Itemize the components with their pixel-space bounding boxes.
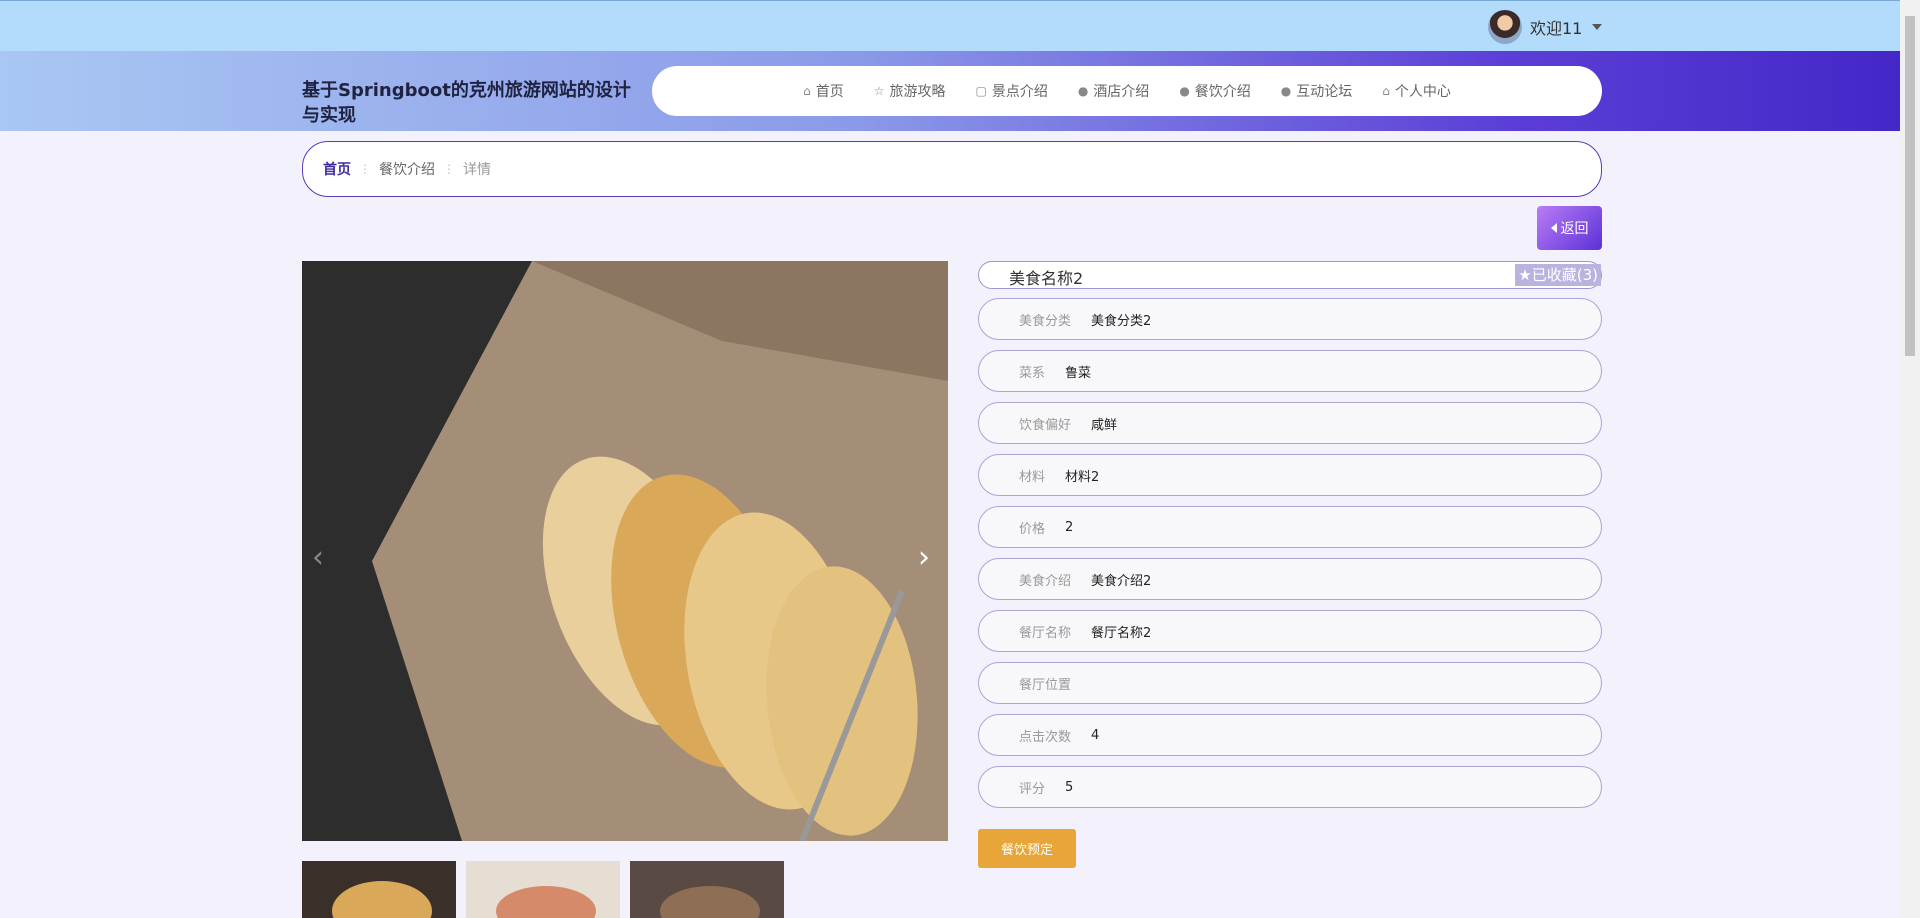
breadcrumb-section[interactable]: 餐饮介绍 xyxy=(379,159,435,179)
star-icon: ☆ xyxy=(873,84,885,98)
field-label: 评分 xyxy=(1019,781,1046,797)
info-icon: ● xyxy=(1280,84,1292,98)
nav-label: 餐饮介绍 xyxy=(1194,84,1251,100)
field-value: 鲁菜 xyxy=(1065,365,1092,381)
field-value: 美食分类2 xyxy=(1091,313,1152,329)
back-arrow-icon xyxy=(1550,223,1557,233)
main-nav: ⌂ 首页 ☆ 旅游攻略 ▢ 景点介绍 ● 酒店介绍 ● 餐饮介绍 ● 互动论坛 ⌂ 个人中心 xyxy=(652,66,1602,116)
food-image xyxy=(302,261,948,841)
order-button[interactable]: 餐饮预定 xyxy=(978,829,1076,868)
field-label: 材料 xyxy=(1019,469,1046,485)
bag-icon: ▢ xyxy=(975,84,987,98)
carousel-prev-icon[interactable]: ‹ xyxy=(312,540,324,575)
favorite-label: 已收藏(3) xyxy=(1531,266,1598,284)
back-label: 返回 xyxy=(1560,221,1589,237)
thumbnail-image xyxy=(302,861,456,918)
breadcrumb: 首页 ⋮ 餐饮介绍 ⋮ 详情 xyxy=(302,141,1602,197)
thumbnail-image xyxy=(466,861,620,918)
breadcrumb-home[interactable]: 首页 xyxy=(323,159,351,179)
nav-item-attractions[interactable]: ▢ 景点介绍 xyxy=(975,81,1047,101)
caret-down-icon[interactable] xyxy=(1592,24,1603,30)
nav-label: 旅游攻略 xyxy=(889,84,946,100)
field-rating: 评分 5 xyxy=(978,766,1602,808)
field-value: 4 xyxy=(1091,727,1100,743)
field-cuisine: 菜系 鲁菜 xyxy=(978,350,1602,392)
top-bar: 欢迎11 xyxy=(0,0,1900,51)
breadcrumb-separator: ⋮ xyxy=(443,162,455,176)
scrollbar[interactable] xyxy=(1900,0,1920,918)
field-label: 菜系 xyxy=(1019,365,1046,381)
nav-label: 酒店介绍 xyxy=(1093,84,1150,100)
question-icon: ● xyxy=(1179,84,1190,98)
food-image-carousel[interactable] xyxy=(302,261,948,841)
back-button[interactable]: 返回 xyxy=(1537,206,1602,250)
field-value: 2 xyxy=(1065,519,1074,535)
nav-item-home[interactable]: ⌂ 首页 xyxy=(803,81,844,101)
welcome-text[interactable]: 欢迎11 xyxy=(1530,15,1582,39)
thumbnail[interactable] xyxy=(302,861,456,918)
field-price: 价格 2 xyxy=(978,506,1602,548)
nav-label: 景点介绍 xyxy=(991,84,1048,100)
food-name: 美食名称2 xyxy=(1009,269,1084,288)
home-icon: ⌂ xyxy=(1382,84,1390,98)
field-label: 价格 xyxy=(1019,521,1046,537)
field-value: 材料2 xyxy=(1065,469,1100,485)
field-restaurant-name: 餐厅名称 餐厅名称2 xyxy=(978,610,1602,652)
field-click-count: 点击次数 4 xyxy=(978,714,1602,756)
field-label: 美食介绍 xyxy=(1019,573,1072,589)
scrollbar-thumb[interactable] xyxy=(1905,16,1915,356)
nav-item-hotels[interactable]: ● 酒店介绍 xyxy=(1078,81,1149,101)
field-value: 餐厅名称2 xyxy=(1091,625,1152,641)
field-description: 美食介绍 美食介绍2 xyxy=(978,558,1602,600)
thumbnail-image xyxy=(630,861,784,918)
field-value: 5 xyxy=(1065,779,1074,795)
field-value: 美食介绍2 xyxy=(1091,573,1152,589)
field-label: 餐厅位置 xyxy=(1019,677,1072,693)
home-icon: ⌂ xyxy=(803,84,811,98)
avatar[interactable] xyxy=(1488,10,1522,44)
info-icon: ● xyxy=(1077,84,1089,98)
site-title: 基于Springboot的克州旅游网站的设计与实现 xyxy=(302,80,631,126)
field-restaurant-location: 餐厅位置 xyxy=(978,662,1602,704)
nav-item-profile[interactable]: ⌂ 个人中心 xyxy=(1382,81,1451,101)
nav-item-forum[interactable]: ● 互动论坛 xyxy=(1281,81,1352,101)
field-category: 美食分类 美食分类2 xyxy=(978,298,1602,340)
breadcrumb-separator: ⋮ xyxy=(359,162,371,176)
field-label: 饮食偏好 xyxy=(1019,417,1072,433)
nav-label: 首页 xyxy=(815,84,844,100)
nav-item-guides[interactable]: ☆ 旅游攻略 xyxy=(874,81,946,101)
field-label: 点击次数 xyxy=(1019,729,1072,745)
carousel-next-icon[interactable]: › xyxy=(918,540,930,575)
user-menu[interactable]: 欢迎11 xyxy=(1488,10,1603,44)
field-label: 餐厅名称 xyxy=(1019,625,1072,641)
field-ingredients: 材料 材料2 xyxy=(978,454,1602,496)
thumbnail[interactable] xyxy=(466,861,620,918)
breadcrumb-current: 详情 xyxy=(463,162,491,178)
food-name-row: 美食名称2 ★已收藏(3) xyxy=(978,261,1602,289)
field-preference: 饮食偏好 咸鲜 xyxy=(978,402,1602,444)
nav-item-dining[interactable]: ● 餐饮介绍 xyxy=(1179,81,1250,101)
thumbnail-strip xyxy=(302,861,784,918)
field-value: 咸鲜 xyxy=(1091,417,1118,433)
thumbnail[interactable] xyxy=(630,861,784,918)
nav-label: 互动论坛 xyxy=(1296,84,1353,100)
field-label: 美食分类 xyxy=(1019,313,1072,329)
nav-label: 个人中心 xyxy=(1394,84,1451,100)
favorite-button[interactable]: ★已收藏(3) xyxy=(1515,264,1601,286)
star-icon: ★ xyxy=(1518,266,1532,284)
